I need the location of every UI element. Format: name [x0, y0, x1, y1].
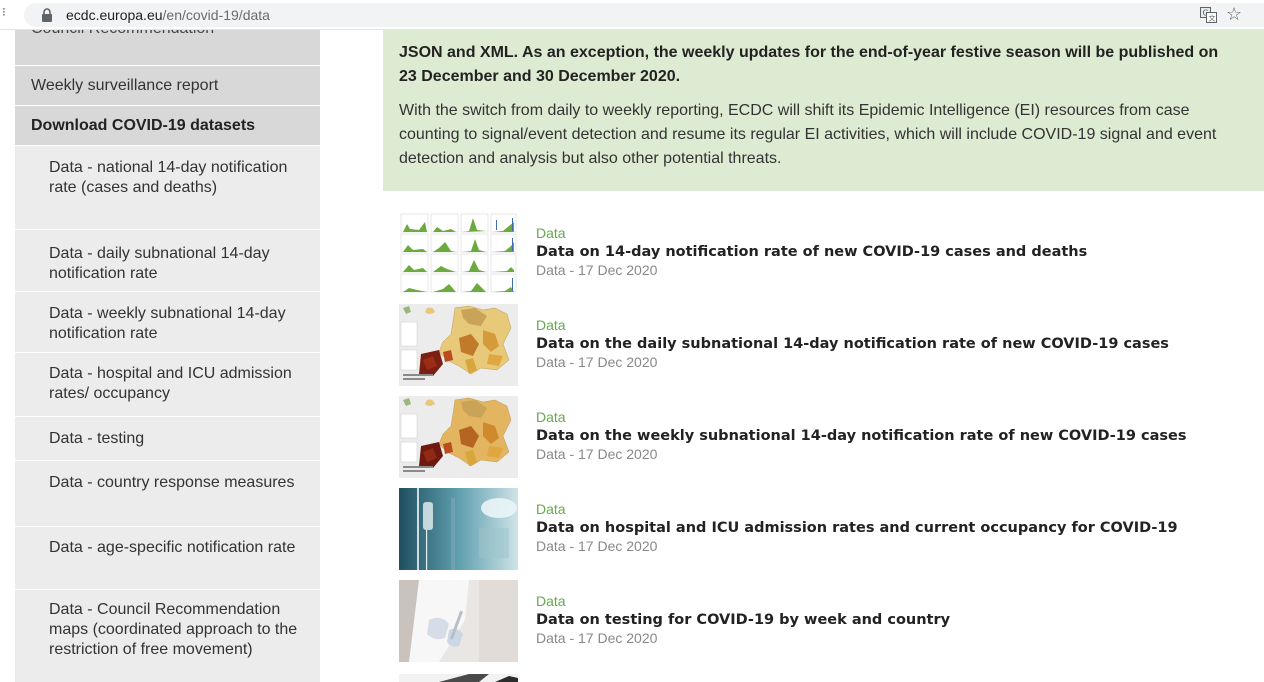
dataset-date: Data - 17 Dec 2020	[536, 538, 658, 554]
url-path: /en/covid-19/data	[162, 7, 270, 23]
sidebar-item-weekly-report[interactable]: Weekly surveillance report	[15, 66, 320, 106]
sidebar-nav: Council Recommendation Weekly surveillan…	[15, 30, 320, 682]
star-icon[interactable]: ☆	[1226, 4, 1242, 24]
sidebar-subitem-label: Data - weekly subnational 14-day notific…	[49, 305, 286, 342]
dataset-item-weekly-subnational[interactable]: Data Data on the weekly subnational 14-d…	[399, 396, 1264, 478]
dataset-title-link[interactable]: Data on 14-day notification rate of new …	[536, 242, 1087, 262]
dataset-text: Data Data on hospital and ICU admission …	[536, 488, 1178, 554]
dataset-date: Data - 17 Dec 2020	[536, 446, 658, 462]
url-text[interactable]: ecdc.europa.eu/en/covid-19/data	[66, 7, 270, 23]
lab-testing-photo-thumbnail[interactable]	[399, 580, 518, 662]
europe-map-thumbnail[interactable]	[399, 396, 518, 478]
dataset-item-national-rate[interactable]: Data Data on 14-day notification rate of…	[399, 212, 1264, 294]
url-field[interactable]: ecdc.europa.eu/en/covid-19/data G 文 ☆	[24, 3, 1264, 27]
dataset-text: Data Data on 14-day notification rate of…	[536, 212, 1087, 278]
sidebar-subitem-council-maps[interactable]: Data - Council Recommendation maps (coor…	[15, 590, 320, 682]
notice-line: JSON and XML. As an exception, the weekl…	[399, 44, 1219, 61]
sidebar-subitem-daily-subnational[interactable]: Data - daily subnational 14-day notifica…	[15, 230, 320, 292]
sidebar-subitem-label: Data - testing	[49, 430, 145, 447]
dataset-category: Data	[536, 225, 566, 241]
sidebar-subitem-age-specific[interactable]: Data - age-specific notification rate	[15, 527, 320, 590]
sidebar-item-download-datasets[interactable]: Download COVID-19 datasets	[15, 106, 320, 146]
dataset-category: Data	[536, 501, 566, 517]
dataset-item-hospital-icu[interactable]: Data Data on hospital and ICU admission …	[399, 488, 1264, 570]
notice-line: With the switch from daily to weekly rep…	[399, 102, 1190, 119]
dataset-title-link[interactable]: Data on the weekly subnational 14-day no…	[536, 426, 1187, 446]
translate-icon[interactable]: G 文	[1200, 7, 1217, 23]
sidebar-subitem-label: Data - country response measures	[49, 474, 295, 491]
dataset-category: Data	[536, 593, 566, 609]
sidebar-subitem-label: Data - Council Recommendation maps (coor…	[49, 601, 298, 658]
svg-text:文: 文	[1209, 14, 1216, 23]
sidebar-item-label: Download COVID-19 datasets	[31, 117, 256, 134]
notice-line: detection and analysis but also other po…	[399, 150, 782, 167]
dataset-date: Data - 17 Dec 2020	[536, 630, 658, 646]
sidebar-subitem-testing[interactable]: Data - testing	[15, 417, 320, 461]
browser-address-bar: ⁝ ecdc.europa.eu/en/covid-19/data G 文 ☆	[0, 0, 1264, 30]
notice-line: 23 December and 30 December 2020.	[399, 68, 681, 85]
notice-line: counting to signal/event detection and r…	[399, 126, 1217, 143]
sidebar-subitem-label: Data - hospital and ICU admission rates/…	[49, 365, 292, 402]
dataset-category: Data	[536, 317, 566, 333]
dataset-text: Data Data on the weekly subnational 14-d…	[536, 396, 1187, 462]
sidebar-item-council-recommendation[interactable]: Council Recommendation	[15, 30, 320, 66]
sidebar-subitem-label: Data - age-specific notification rate	[49, 539, 296, 556]
dataset-date: Data - 17 Dec 2020	[536, 354, 658, 370]
dataset-text: Data Data on the daily subnational 14-da…	[536, 304, 1169, 370]
sidebar-subitem-national-rate[interactable]: Data - national 14-day notification rate…	[15, 146, 320, 230]
dataset-date: Data - 17 Dec 2020	[536, 262, 658, 278]
sidebar-item-label: Council Recommendation	[31, 30, 214, 38]
dataset-title-link[interactable]: Data on testing for COVID-19 by week and…	[536, 610, 950, 630]
small-multiples-chart-thumbnail[interactable]	[399, 212, 518, 294]
sidebar-subitem-response-measures[interactable]: Data - country response measures	[15, 461, 320, 527]
dataset-item-daily-subnational[interactable]: Data Data on the daily subnational 14-da…	[399, 304, 1264, 386]
dataset-item-testing[interactable]: Data Data on testing for COVID-19 by wee…	[399, 580, 1264, 662]
dataset-title-link[interactable]: Data on the daily subnational 14-day not…	[536, 334, 1169, 354]
lock-icon[interactable]	[40, 8, 54, 22]
url-host: ecdc.europa.eu	[66, 7, 163, 23]
sidebar-subitem-label: Data - daily subnational 14-day notifica…	[49, 245, 270, 282]
dataset-title-link[interactable]: Data on hospital and ICU admission rates…	[536, 518, 1178, 538]
reporting-notice: JSON and XML. As an exception, the weekl…	[383, 30, 1264, 191]
europe-map-thumbnail[interactable]	[399, 304, 518, 386]
dataset-text: Data Data on testing for COVID-19 by wee…	[536, 580, 950, 646]
dataset-category: Data	[536, 409, 566, 425]
sidebar-item-label: Weekly surveillance report	[31, 77, 219, 94]
sidebar-subitem-hospital-icu[interactable]: Data - hospital and ICU admission rates/…	[15, 353, 320, 417]
sidebar-subitem-label: Data - national 14-day notification rate…	[49, 159, 288, 196]
sidebar-subitem-weekly-subnational[interactable]: Data - weekly subnational 14-day notific…	[15, 292, 320, 353]
window-edge: ⁝	[2, 5, 6, 19]
next-dataset-thumbnail[interactable]	[399, 674, 518, 682]
hospital-iv-photo-thumbnail[interactable]	[399, 488, 518, 570]
